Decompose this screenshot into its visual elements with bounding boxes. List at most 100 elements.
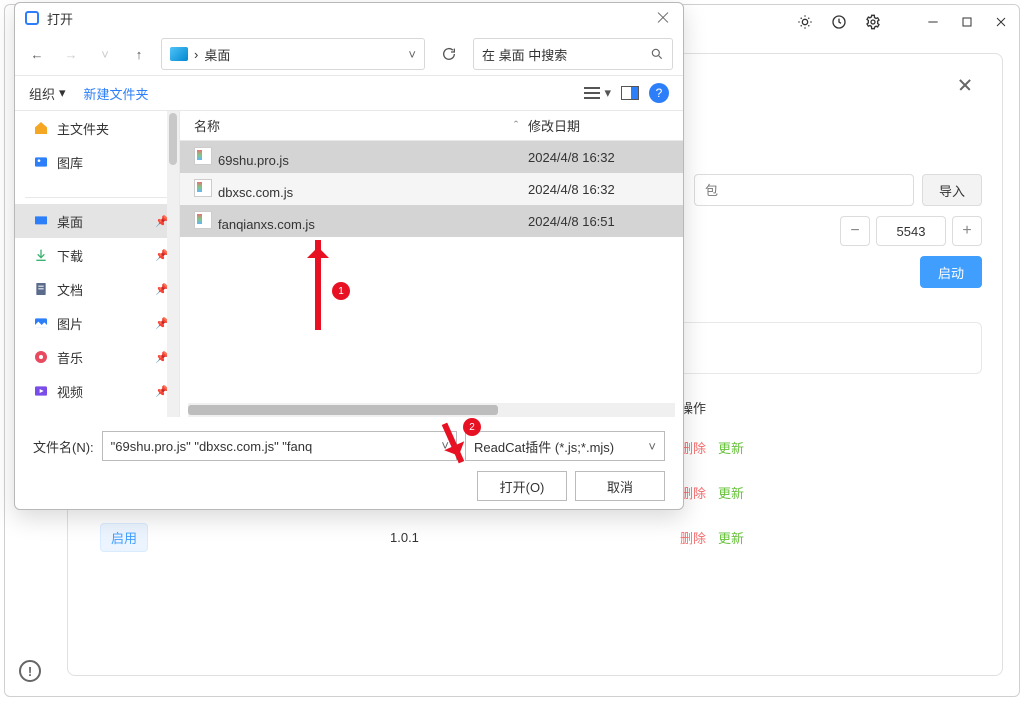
dialog-footer: 文件名(N): ˅ ReadCat插件 (*.js;*.mjs) ˅ 打开(O)… <box>15 417 683 515</box>
panel-close-icon[interactable] <box>954 74 976 96</box>
port-decrement-button[interactable]: − <box>840 216 870 246</box>
sidebar-scrollbar[interactable] <box>167 111 179 417</box>
filename-label: 文件名(N): <box>33 437 94 456</box>
list-view-icon <box>584 87 600 99</box>
refresh-icon[interactable] <box>435 40 463 68</box>
desktop-icon <box>33 213 49 229</box>
sidebar-item-docs[interactable]: 文档📌 <box>15 272 179 306</box>
open-button[interactable]: 打开(O) <box>477 471 567 501</box>
filename-input[interactable] <box>102 431 457 461</box>
close-button[interactable] <box>991 12 1011 32</box>
view-mode-toggle[interactable]: ▾ <box>584 85 611 101</box>
filetype-filter[interactable]: ReadCat插件 (*.js;*.mjs) ˅ <box>465 431 665 461</box>
chevron-down-icon: ˅ <box>648 439 656 454</box>
chevron-down-icon[interactable]: ˅ <box>408 47 416 62</box>
video-icon <box>33 383 49 399</box>
dialog-search-input[interactable]: 在 桌面 中搜索 <box>473 38 673 70</box>
sidebar-item-downloads[interactable]: 下载📌 <box>15 238 179 272</box>
preview-pane-icon[interactable] <box>621 86 639 100</box>
sidebar-item-label: 主文件夹 <box>57 119 109 138</box>
chevron-down-icon[interactable]: ˅ <box>441 438 449 453</box>
file-row[interactable]: 69shu.pro.js 2024/4/8 16:32 <box>180 141 683 173</box>
file-date: 2024/4/8 16:32 <box>528 150 683 165</box>
docs-icon <box>33 281 49 297</box>
pics-icon <box>33 315 49 331</box>
file-row[interactable]: dbxsc.com.js 2024/4/8 16:32 <box>180 173 683 205</box>
sidebar-item-label: 桌面 <box>57 212 83 231</box>
new-folder-button[interactable]: 新建文件夹 <box>84 84 149 103</box>
js-file-icon <box>194 147 212 165</box>
update-link[interactable]: 更新 <box>718 486 744 501</box>
nav-up-icon[interactable]: ↑ <box>127 42 151 66</box>
sidebar-item-label: 下载 <box>57 246 83 265</box>
table-row: 启用 1.0.1 删除更新 <box>88 515 982 560</box>
file-hscrollbar[interactable] <box>188 403 675 417</box>
cancel-button[interactable]: 取消 <box>575 471 665 501</box>
state-tag[interactable]: 启用 <box>100 523 148 552</box>
brightness-icon[interactable] <box>795 12 815 32</box>
sort-indicator-icon[interactable]: ˆ <box>504 118 528 133</box>
settings-icon[interactable] <box>863 12 883 32</box>
file-list: 名称 ˆ 修改日期 69shu.pro.js 2024/4/8 16:32 db… <box>180 111 683 417</box>
col-date[interactable]: 修改日期 <box>528 116 683 135</box>
package-input[interactable] <box>694 174 914 206</box>
dialog-nav: ← → ˅ ↑ › 桌面 ˅ 在 桌面 中搜索 <box>15 33 683 75</box>
sidebar-item-gallery[interactable]: 图库 <box>15 145 179 179</box>
dialog-titlebar: 打开 <box>15 3 683 33</box>
file-name: fanqianxs.com.js <box>218 217 315 232</box>
dialog-toolbar: 组织▾ 新建文件夹 ▾ ? <box>15 75 683 111</box>
minimize-button[interactable] <box>923 12 943 32</box>
filter-label: ReadCat插件 (*.js;*.mjs) <box>474 437 648 456</box>
start-button[interactable]: 启动 <box>920 256 982 288</box>
sidebar-item-music[interactable]: 音乐📌 <box>15 340 179 374</box>
music-icon <box>33 349 49 365</box>
file-list-header: 名称 ˆ 修改日期 <box>180 111 683 141</box>
file-name: dbxsc.com.js <box>218 185 293 200</box>
delete-link[interactable]: 删除 <box>680 531 706 546</box>
search-icon <box>650 47 664 61</box>
port-increment-button[interactable]: + <box>952 216 982 246</box>
sidebar-item-desktop[interactable]: 桌面📌 <box>15 204 179 238</box>
maximize-button[interactable] <box>957 12 977 32</box>
sidebar-item-label: 音乐 <box>57 348 83 367</box>
update-link[interactable]: 更新 <box>718 531 744 546</box>
app-icon <box>25 11 39 25</box>
status-warning-icon[interactable]: ! <box>19 660 41 682</box>
help-icon[interactable]: ? <box>649 83 669 103</box>
nav-forward-icon[interactable]: → <box>59 42 83 66</box>
file-name: 69shu.pro.js <box>218 153 289 168</box>
organize-menu[interactable]: 组织▾ <box>29 84 66 103</box>
sidebar-item-pics[interactable]: 图片📌 <box>15 306 179 340</box>
gallery-icon <box>33 154 49 170</box>
home-icon <box>33 120 49 136</box>
file-date: 2024/4/8 16:51 <box>528 214 683 229</box>
file-open-dialog: 打开 ← → ˅ ↑ › 桌面 ˅ 在 桌面 中搜索 组织▾ 新建文件夹 ▾ ? <box>14 2 684 510</box>
address-bar[interactable]: › 桌面 ˅ <box>161 38 425 70</box>
sidebar-item-home[interactable]: 主文件夹 <box>15 111 179 145</box>
version-cell: 1.0.1 <box>390 530 680 545</box>
history-icon[interactable] <box>829 12 849 32</box>
breadcrumb[interactable]: 桌面 <box>204 45 230 64</box>
search-placeholder: 在 桌面 中搜索 <box>482 45 650 64</box>
breadcrumb-sep: › <box>194 47 198 62</box>
js-file-icon <box>194 179 212 197</box>
port-input[interactable] <box>876 216 946 246</box>
dialog-close-icon[interactable] <box>653 8 673 28</box>
col-name[interactable]: 名称 <box>188 116 504 135</box>
nav-back-icon[interactable]: ← <box>25 42 49 66</box>
sidebar-item-label: 文档 <box>57 280 83 299</box>
update-link[interactable]: 更新 <box>718 441 744 456</box>
sidebar-item-video[interactable]: 视频📌 <box>15 374 179 408</box>
file-row[interactable]: fanqianxs.com.js 2024/4/8 16:51 <box>180 205 683 237</box>
sidebar-item-label: 视频 <box>57 382 83 401</box>
js-file-icon <box>194 211 212 229</box>
import-button[interactable]: 导入 <box>922 174 982 206</box>
file-date: 2024/4/8 16:32 <box>528 182 683 197</box>
dialog-title: 打开 <box>47 9 73 28</box>
dialog-sidebar: 主文件夹 图库 桌面📌 下载📌 文档📌 图片📌 音乐📌 视频📌 <box>15 111 180 417</box>
col-ops: 操作 <box>680 398 970 417</box>
sidebar-item-label: 图片 <box>57 314 83 333</box>
download-icon <box>33 247 49 263</box>
nav-recent-icon[interactable]: ˅ <box>93 42 117 66</box>
sidebar-item-label: 图库 <box>57 153 83 172</box>
